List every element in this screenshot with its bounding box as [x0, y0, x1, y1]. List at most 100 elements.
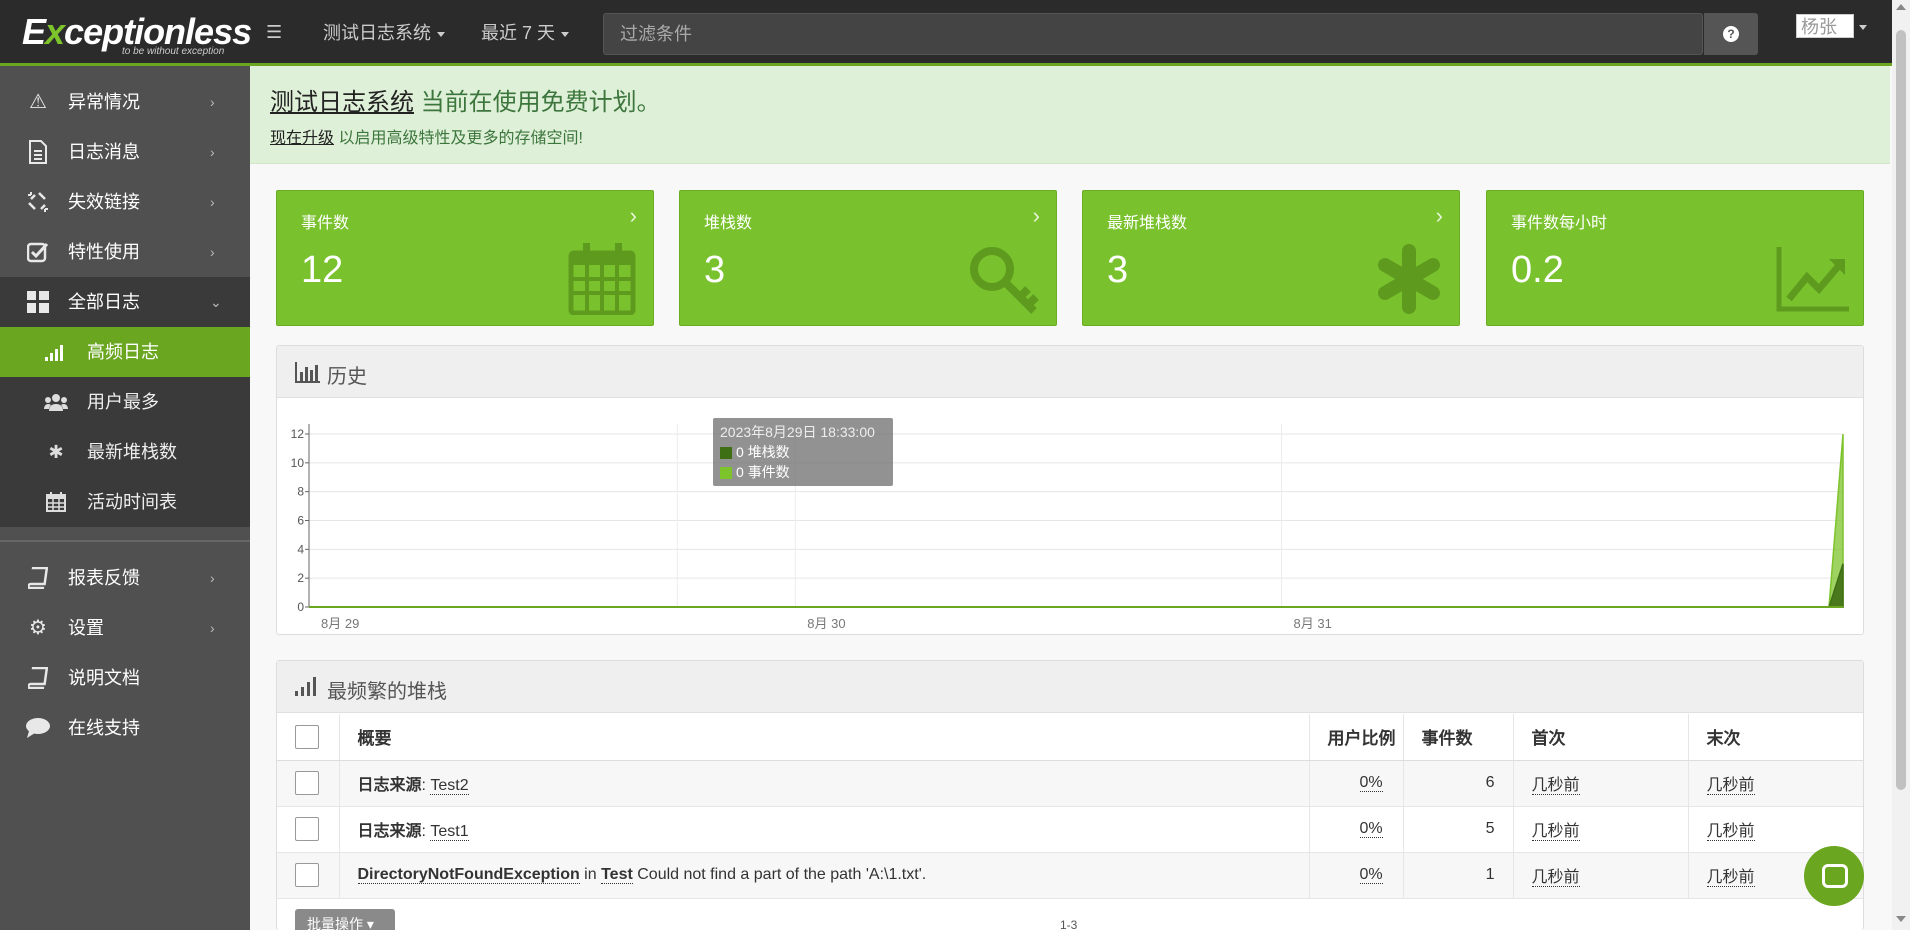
gear-icon: ⚙ [29, 617, 47, 639]
last-seen: 几秒前 [1706, 823, 1755, 841]
column-header-first[interactable]: 首次 [1513, 714, 1689, 761]
free-plan-notice: 测试日志系统 当前在使用免费计划。 现在升级 以启用高级特性及更多的存储空间! [250, 66, 1890, 164]
users-percent: 0% [1359, 774, 1383, 792]
legend-swatch [720, 467, 732, 480]
sidebar-item-broken-links[interactable]: 失效链接 › [0, 177, 250, 227]
x-tick-label: 8月 31 [1294, 616, 1332, 631]
top-navbar: Exceptionless to be without exception ☰ … [0, 0, 1910, 66]
column-header-summary[interactable]: 概要 [339, 714, 1310, 761]
table-row[interactable]: DirectoryNotFoundException in Test Could… [277, 852, 1863, 899]
sidebar-subitem-frequent[interactable]: 高频日志 [0, 327, 250, 377]
document-icon [25, 127, 51, 183]
first-seen: 几秒前 [1531, 777, 1580, 795]
row-checkbox[interactable] [295, 863, 319, 887]
scroll-down-icon[interactable] [1896, 916, 1906, 922]
chevron-right-icon: › [1435, 203, 1443, 228]
chart-tooltip: 2023年8月29日 18:33:00 0 堆栈数 0 事件数 [713, 418, 893, 486]
stack-link[interactable]: Test1 [430, 823, 469, 841]
table-row[interactable]: 日志来源: Test1 0% 5 几秒前 几秒前 [277, 806, 1863, 853]
stacks-table: 概要 用户比例 事件数 首次 末次 日志来源: Test2 0% 6 几秒前 几… [277, 714, 1863, 899]
sidebar: ⚠ 异常情况 › 日志消息 › 失效链接 › 特性使用 › 全部日志 ⌄ 高频日… [0, 66, 250, 930]
book-icon [25, 653, 51, 708]
chevron-right-icon: › [210, 244, 215, 260]
calendar-icon [565, 243, 641, 316]
first-seen: 几秒前 [1531, 823, 1580, 841]
sidebar-item-feature-usage[interactable]: 特性使用 › [0, 227, 250, 277]
project-link[interactable]: 测试日志系统 [270, 89, 414, 116]
sidebar-subitem-newest-stacks[interactable]: ✱ 最新堆栈数 [0, 427, 250, 477]
logo-tagline: to be without exception [122, 46, 225, 57]
scroll-up-icon[interactable] [1896, 4, 1906, 10]
sidebar-item-reports[interactable]: 报表反馈 › [0, 553, 250, 603]
signal-icon [44, 327, 68, 380]
sidebar-item-all-logs[interactable]: 全部日志 ⌄ [0, 277, 250, 327]
time-range-dropdown[interactable]: 最近 7 天 [481, 22, 570, 44]
y-tick-label: 8 [297, 485, 304, 499]
caret-down-icon [561, 31, 570, 37]
book-icon [25, 553, 51, 608]
table-row[interactable]: 日志来源: Test2 0% 6 几秒前 几秒前 [277, 760, 1863, 807]
live-chat-button[interactable] [1804, 846, 1864, 906]
history-chart[interactable]: 0 2 4 6 8 10 12 8月 29 8月 30 8月 31 [287, 412, 1857, 632]
chevron-right-icon: › [210, 144, 215, 160]
y-tick-label: 6 [297, 514, 304, 528]
dashboard-icon [25, 277, 51, 332]
stat-card-stacks[interactable]: 堆栈数 3 › [679, 190, 1057, 326]
first-seen: 几秒前 [1531, 869, 1580, 887]
sidebar-item-docs[interactable]: 说明文档 [0, 653, 250, 703]
row-checkbox[interactable] [295, 771, 319, 795]
y-tick-label: 12 [291, 427, 305, 441]
sidebar-item-exceptions[interactable]: ⚠ 异常情况 › [0, 77, 250, 127]
caret-down-icon [437, 31, 445, 37]
last-seen: 几秒前 [1706, 869, 1755, 887]
events-count: 1 [1403, 852, 1514, 899]
events-count: 5 [1403, 806, 1514, 853]
source-link[interactable]: Test [601, 866, 633, 884]
column-header-last[interactable]: 末次 [1688, 714, 1863, 761]
trend-icon [1775, 243, 1851, 315]
last-seen: 几秒前 [1706, 777, 1755, 795]
select-all-checkbox[interactable] [295, 724, 319, 749]
logo[interactable]: Exceptionless [22, 14, 252, 50]
series-area-0 [309, 563, 1844, 608]
help-button[interactable]: ? [1704, 13, 1758, 55]
row-checkbox[interactable] [295, 817, 319, 841]
panel-title: 历史 [327, 366, 367, 388]
asterisk-icon [1371, 243, 1447, 315]
sidebar-item-settings[interactable]: ⚙ 设置 › [0, 603, 250, 653]
warning-icon: ⚠ [29, 91, 47, 113]
stack-link[interactable]: Test2 [430, 777, 469, 795]
column-header-events[interactable]: 事件数 [1403, 714, 1514, 761]
table-header-row: 概要 用户比例 事件数 首次 末次 [277, 714, 1863, 761]
sidebar-item-logs[interactable]: 日志消息 › [0, 127, 250, 177]
chevron-right-icon: › [210, 620, 215, 636]
pager-text: 1-3 [1060, 918, 1078, 930]
key-icon [968, 243, 1044, 315]
upgrade-link[interactable]: 现在升级 [270, 130, 334, 147]
stat-card-new-stacks[interactable]: 最新堆栈数 3 › [1082, 190, 1460, 326]
sidebar-item-support[interactable]: 在线支持 [0, 703, 250, 753]
scrollbar-thumb[interactable] [1896, 30, 1906, 790]
caret-down-icon[interactable] [1859, 25, 1867, 30]
help-icon: ? [1723, 26, 1739, 42]
stack-link[interactable]: DirectoryNotFoundException [357, 866, 580, 884]
project-dropdown[interactable]: 测试日志系统 [323, 22, 445, 44]
chevron-right-icon: › [629, 203, 637, 228]
sidebar-subitem-users[interactable]: 用户最多 [0, 377, 250, 427]
user-avatar[interactable]: 杨张 [1796, 14, 1854, 38]
column-header-users[interactable]: 用户比例 [1309, 714, 1404, 761]
menu-toggle-icon[interactable]: ☰ [266, 22, 286, 42]
filter-input[interactable] [604, 14, 1704, 54]
broken-link-icon [25, 177, 51, 232]
history-panel: 历史 0 2 4 6 8 10 12 8月 29 8月 30 8月 31 [276, 345, 1864, 635]
chat-icon [1822, 864, 1848, 888]
signal-icon [295, 676, 321, 698]
chat-icon [25, 703, 51, 757]
stat-card-events[interactable]: 事件数 12 › [276, 190, 654, 326]
users-icon [44, 377, 68, 430]
chevron-down-icon: ⌄ [210, 294, 222, 310]
chevron-right-icon: › [1032, 203, 1040, 228]
y-tick-label: 4 [297, 542, 304, 556]
bulk-actions-button[interactable]: 批量操作 ▾ [295, 909, 395, 930]
sidebar-subitem-activity[interactable]: 活动时间表 [0, 477, 250, 527]
